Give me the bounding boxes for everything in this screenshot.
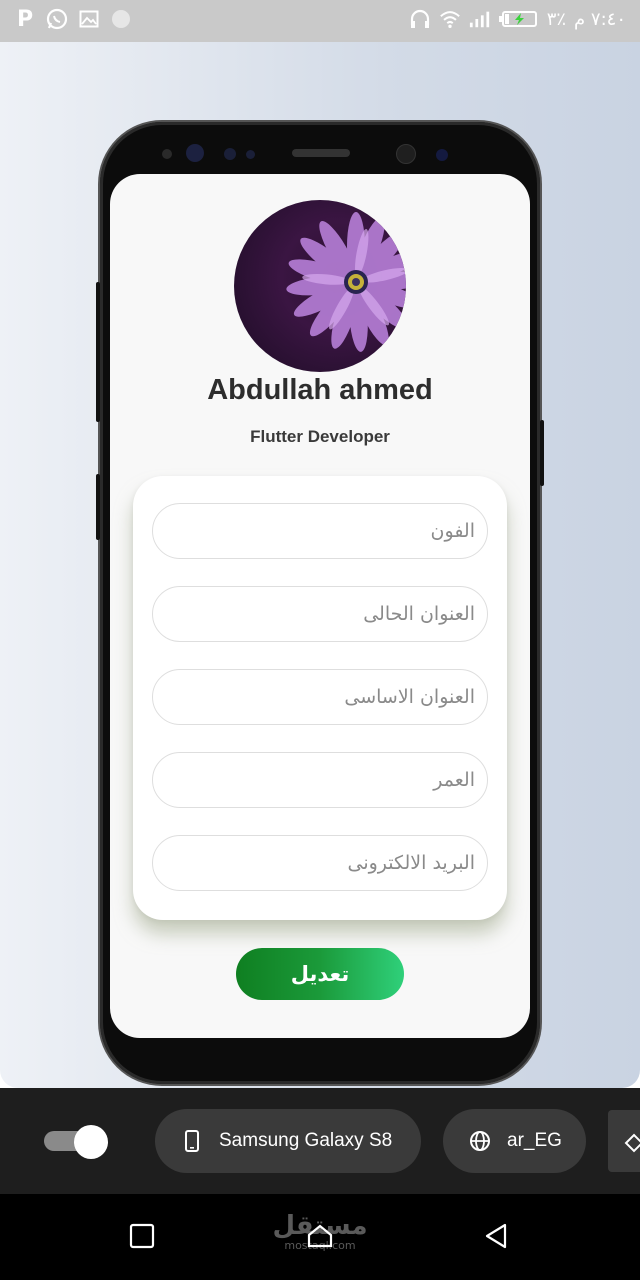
signal-icon <box>469 8 491 30</box>
front-camera-icon <box>396 144 416 164</box>
phone-input[interactable] <box>153 504 487 558</box>
locale-selector-button[interactable]: ar_EG <box>443 1109 586 1173</box>
home-icon <box>307 1224 333 1248</box>
phone-top-bezel <box>100 122 540 182</box>
overflow-button[interactable] <box>608 1110 640 1172</box>
main-address-field[interactable] <box>152 669 488 725</box>
sensor-icon <box>246 150 255 159</box>
phone-side-button <box>96 474 100 540</box>
app-screen: Abdullah ahmed Flutter Developer الفون ا… <box>110 174 530 1038</box>
device-selector-button[interactable]: Samsung Galaxy S8 <box>155 1109 421 1173</box>
battery-percent: ٣٪ <box>546 8 567 30</box>
locale-label: ar_EG <box>507 1130 562 1151</box>
profile-role: Flutter Developer <box>250 427 390 446</box>
status-clock: ٧:٤٠ م <box>574 8 626 30</box>
main-address-input[interactable] <box>153 670 487 724</box>
sensor-icon <box>162 149 172 159</box>
back-button[interactable] <box>476 1216 516 1256</box>
email-input[interactable] <box>153 836 487 890</box>
avatar[interactable] <box>234 200 406 372</box>
phone-icon <box>181 1130 203 1152</box>
back-triangle-icon <box>485 1223 507 1249</box>
wifi-icon <box>439 8 461 30</box>
edit-button[interactable]: تعديل <box>236 948 404 1000</box>
phone-side-button <box>96 282 100 422</box>
p-app-icon: P <box>16 6 34 32</box>
current-address-field[interactable] <box>152 586 488 642</box>
email-field[interactable] <box>152 835 488 891</box>
battery-charging-icon <box>498 8 539 30</box>
whatsapp-icon <box>46 8 68 30</box>
theme-icon <box>624 1133 640 1153</box>
profile-name: Abdullah ahmed <box>207 374 433 406</box>
phone-frame: Abdullah ahmed Flutter Developer الفون ا… <box>96 122 544 1084</box>
preview-toolbar: Samsung Galaxy S8 ar_EG <box>0 1088 640 1194</box>
headphones-icon <box>409 8 431 30</box>
camera-icon <box>186 144 204 162</box>
sensor-icon <box>224 148 236 160</box>
age-field[interactable] <box>152 752 488 808</box>
status-bar-left: P <box>14 6 132 32</box>
current-address-input[interactable] <box>153 587 487 641</box>
navigation-bar: مستقل mostaql.com <box>0 1194 640 1280</box>
square-icon <box>129 1223 155 1249</box>
globe-icon <box>469 1130 491 1152</box>
preview-toggle[interactable] <box>44 1125 108 1159</box>
gallery-icon <box>78 8 100 30</box>
profile-form-card <box>133 476 507 920</box>
recent-apps-button[interactable] <box>122 1216 162 1256</box>
circle-icon <box>110 8 132 30</box>
age-input[interactable] <box>153 753 487 807</box>
status-bar-right: ٣٪ ٧:٤٠ م <box>409 8 626 30</box>
phone-speaker <box>292 149 350 157</box>
status-bar: P ٣٪ ٧:٤٠ م <box>0 0 640 42</box>
device-preview-area: Abdullah ahmed Flutter Developer الفون ا… <box>0 42 640 1088</box>
sensor-icon <box>436 149 448 161</box>
home-button[interactable] <box>300 1216 340 1256</box>
flower-image <box>286 212 406 352</box>
phone-field[interactable] <box>152 503 488 559</box>
phone-side-button <box>540 420 544 486</box>
device-label: Samsung Galaxy S8 <box>219 1130 393 1151</box>
toggle-knob <box>74 1125 108 1159</box>
